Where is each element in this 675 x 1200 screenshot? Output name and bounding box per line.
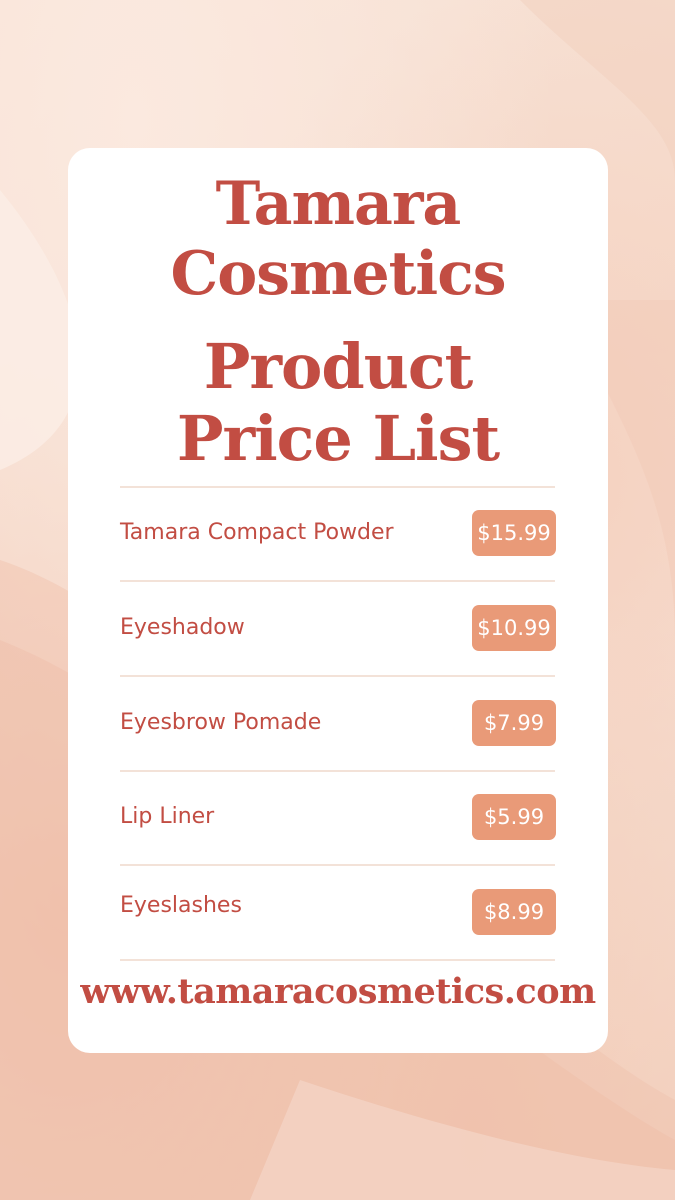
price-badge: $5.99 (472, 794, 556, 840)
price-badge: $8.99 (472, 889, 556, 935)
brand-title-line-2: Cosmetics (170, 239, 506, 309)
product-name: Eyesbrow Pomade (120, 710, 322, 735)
price-badge: $7.99 (472, 700, 556, 746)
website-link[interactable]: www.tamaracosmetics.com (68, 970, 608, 1014)
divider (120, 580, 555, 582)
product-name: Eyeshadow (120, 615, 245, 640)
price-badge: $15.99 (472, 510, 556, 556)
price-badge: $10.99 (472, 605, 556, 651)
product-name: Lip Liner (120, 804, 215, 829)
product-name: Tamara Compact Powder (120, 520, 394, 545)
heading-line-2: Price List (176, 402, 500, 475)
brand-title-line-1: Tamara (215, 169, 462, 239)
price-list-card: Tamara Cosmetics Product Price List Tama… (68, 148, 608, 1053)
product-name: Eyeslashes (120, 893, 242, 918)
divider (120, 486, 555, 488)
heading-line-1: Product (203, 330, 473, 403)
divider (120, 675, 555, 677)
divider (120, 959, 555, 961)
divider (120, 770, 555, 772)
divider (120, 864, 555, 866)
